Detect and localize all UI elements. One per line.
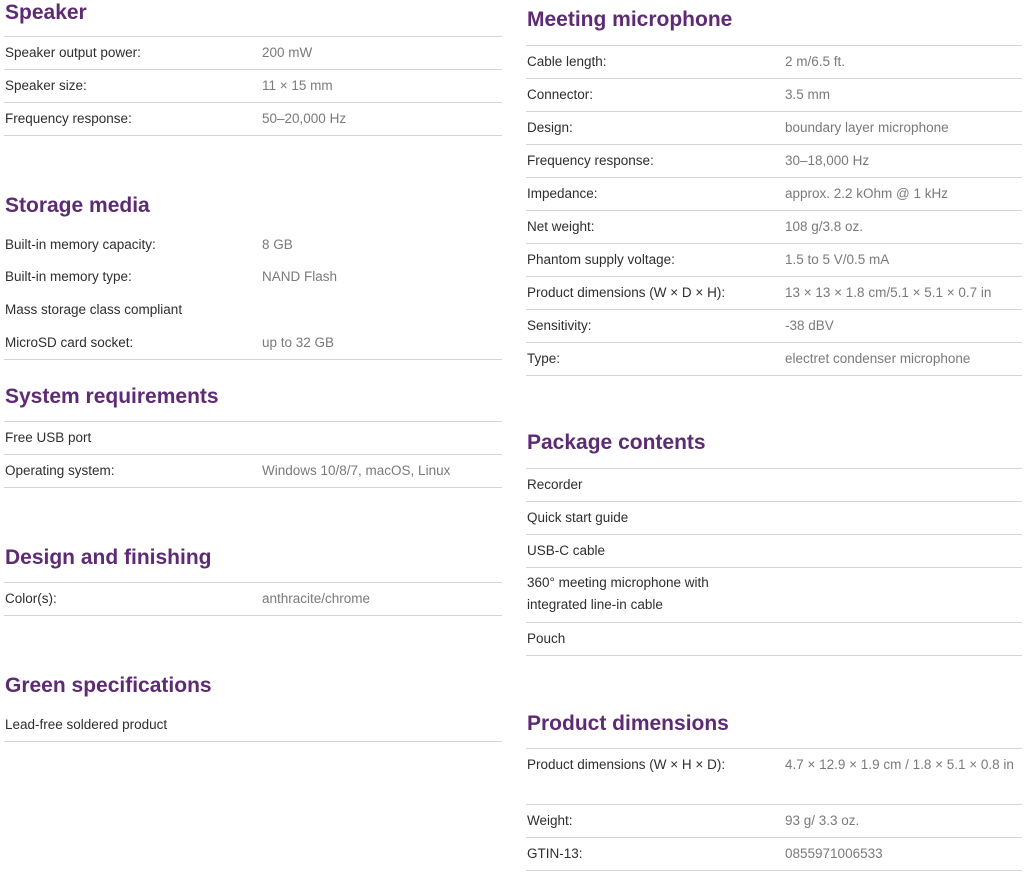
spec-label: Weight: [527,813,573,828]
package-rows: Recorder Quick start guide USB-C cable 3… [526,468,1022,656]
spec-label: Frequency response: [527,153,654,168]
spec-row: Speaker output power: 200 mW [4,37,502,70]
spec-value: electret condenser microphone [785,351,971,366]
spec-row: Cable length: 2 m/6.5 ft. [526,46,1022,79]
spec-row: USB-C cable [526,535,1022,568]
spec-value: 4.7 × 12.9 × 1.9 cm / 1.8 × 5.1 × 0.8 in [785,757,1014,772]
section-title-green: Green specifications [5,674,212,697]
green-rows: Lead-free soldered product [4,709,502,742]
spec-value: 13 × 13 × 1.8 cm/5.1 × 5.1 × 0.7 in [785,285,992,300]
spec-label: Connector: [527,87,594,102]
spec-row: Built-in memory type: NAND Flash [4,261,502,294]
spec-value: 30–18,000 Hz [785,153,870,168]
spec-label: Color(s): [5,591,57,606]
spec-label: Net weight: [527,219,595,234]
spec-value: up to 32 GB [262,335,335,350]
spec-label: Free USB port [5,430,92,445]
mic-rows: Cable length: 2 m/6.5 ft. Connector: 3.5… [526,45,1022,376]
spec-label: Product dimensions (W × D × H): [527,285,726,300]
section-title-storage: Storage media [5,194,150,217]
spec-row: GTIN-13: 0855971006533 [526,838,1022,871]
spec-label: Speaker output power: [5,45,141,60]
spec-label: Phantom supply voltage: [527,252,675,267]
spec-value: 0855971006533 [785,846,883,861]
spec-row: 360° meeting microphone with integrated … [526,568,1022,623]
spec-value: Windows 10/8/7, macOS, Linux [262,463,451,478]
spec-label: Design: [527,120,573,135]
spec-label: Cable length: [527,54,607,69]
spec-row: Recorder [526,469,1022,502]
spec-row: Operating system: Windows 10/8/7, macOS,… [4,455,502,488]
spec-value: 2 m/6.5 ft. [785,54,846,69]
spec-row: Connector: 3.5 mm [526,79,1022,112]
spec-label: Type: [527,351,561,366]
section-title-system: System requirements [5,385,219,408]
section-title-package-contents: Package contents [527,431,706,454]
spec-label: Product dimensions (W × H × D): [527,757,726,772]
spec-row: Mass storage class compliant [4,294,502,327]
spec-value: boundary layer microphone [785,120,949,135]
spec-row: Product dimensions (W × H × D): 4.7 × 12… [526,749,1022,805]
spec-row: Quick start guide [526,502,1022,535]
spec-row: MicroSD card socket: up to 32 GB [4,327,502,360]
spec-label: Operating system: [5,463,115,478]
spec-value: 108 g/3.8 oz. [785,219,864,234]
spec-label: Sensitivity: [527,318,592,333]
section-title-product-dimensions: Product dimensions [527,712,729,735]
spec-row: Built-in memory capacity: 8 GB [4,229,502,261]
section-title-design: Design and finishing [5,546,212,569]
design-rows: Color(s): anthracite/chrome [4,582,502,616]
spec-row: Design: boundary layer microphone [526,112,1022,145]
spec-value: 200 mW [262,45,313,60]
spec-label: Pouch [527,631,566,646]
spec-label: GTIN-13: [527,846,583,861]
system-rows: Free USB port Operating system: Windows … [4,421,502,488]
spec-value: 8 GB [262,237,293,252]
speaker-rows: Speaker output power: 200 mW Speaker siz… [4,36,502,136]
spec-value: NAND Flash [262,269,338,284]
storage-rows: Built-in memory capacity: 8 GB Built-in … [4,229,502,360]
spec-row: Lead-free soldered product [4,709,502,742]
spec-label: Built-in memory type: [5,269,132,284]
spec-row: Impedance: approx. 2.2 kOhm @ 1 kHz [526,178,1022,211]
spec-label: Mass storage class compliant [5,302,183,317]
spec-value: 50–20,000 Hz [262,111,347,126]
spec-label: Frequency response: [5,111,132,126]
spec-row: Type: electret condenser microphone [526,343,1022,376]
section-title-meeting-microphone: Meeting microphone [527,8,733,31]
spec-label: Built-in memory capacity: [5,237,156,252]
spec-row: Frequency response: 30–18,000 Hz [526,145,1022,178]
spec-row: Frequency response: 50–20,000 Hz [4,103,502,136]
section-title-speaker: Speaker [5,1,87,24]
dimensions-rows: Product dimensions (W × H × D): 4.7 × 12… [526,748,1022,871]
spec-label: Quick start guide [527,510,629,525]
spec-row: Net weight: 108 g/3.8 oz. [526,211,1022,244]
spec-value: 1.5 to 5 V/0.5 mA [785,252,890,267]
spec-label: MicroSD card socket: [5,335,134,350]
spec-row: Free USB port [4,422,502,455]
spec-row: Pouch [526,623,1022,656]
spec-value: anthracite/chrome [262,591,371,606]
spec-value: approx. 2.2 kOhm @ 1 kHz [785,186,949,201]
spec-label: 360° meeting microphone with integrated … [527,575,709,612]
spec-row: Color(s): anthracite/chrome [4,583,502,616]
spec-value: 93 g/ 3.3 oz. [785,813,860,828]
spec-value: 11 × 15 mm [262,78,333,93]
spec-value: 3.5 mm [785,87,831,102]
spec-label: USB-C cable [527,543,606,558]
spec-row: Sensitivity: -38 dBV [526,310,1022,343]
spec-row: Phantom supply voltage: 1.5 to 5 V/0.5 m… [526,244,1022,277]
spec-row: Weight: 93 g/ 3.3 oz. [526,805,1022,838]
spec-label: Recorder [527,477,583,492]
spec-value: -38 dBV [785,318,834,333]
spec-row: Product dimensions (W × D × H): 13 × 13 … [526,277,1022,310]
spec-label: Impedance: [527,186,598,201]
spec-label: Lead-free soldered product [5,717,168,732]
spec-row: Speaker size: 11 × 15 mm [4,70,502,103]
spec-label: Speaker size: [5,78,87,93]
